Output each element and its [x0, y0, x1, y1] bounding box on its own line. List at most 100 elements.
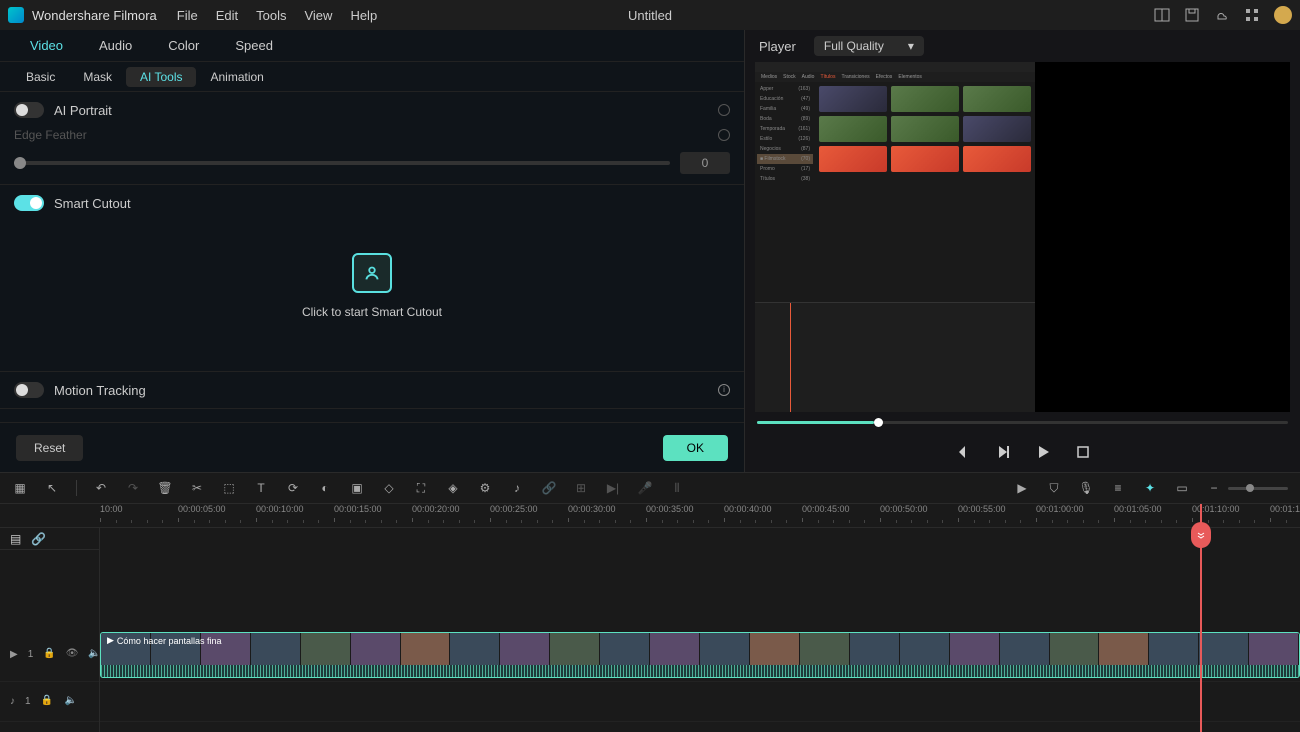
- quality-select[interactable]: Full Quality ▾: [814, 36, 924, 56]
- group-icon[interactable]: ⊞: [573, 480, 589, 496]
- menu-edit[interactable]: Edit: [216, 8, 238, 23]
- reset-ai-portrait-icon[interactable]: [718, 104, 730, 116]
- ruler-tick: 00:00:25:00: [490, 504, 538, 514]
- mic-icon[interactable]: 🎙: [1078, 480, 1094, 496]
- play-button[interactable]: [1034, 443, 1052, 461]
- lock-audio-icon[interactable]: 🔒: [41, 695, 55, 709]
- audio-icon[interactable]: ♪: [509, 480, 525, 496]
- lock-icon[interactable]: 🔒: [43, 648, 55, 662]
- menu-file[interactable]: File: [177, 8, 198, 23]
- ai-icon[interactable]: ✦: [1142, 480, 1158, 496]
- video-track[interactable]: ▶Cómo hacer pantallas fina: [100, 628, 1300, 682]
- zoom-slider[interactable]: [1228, 487, 1288, 490]
- reset-button[interactable]: Reset: [16, 435, 83, 461]
- speed-icon[interactable]: ⟳: [285, 480, 301, 496]
- video-track-icon: ▶: [10, 649, 18, 660]
- tag-icon[interactable]: ◈: [445, 480, 461, 496]
- timeline-ruler[interactable]: 10:00 00:00:05:00 00:00:10:00 00:00:15:00 00…: [0, 504, 1300, 528]
- ok-button[interactable]: OK: [663, 435, 728, 461]
- ruler-tick: 00:01:15:00: [1270, 504, 1300, 514]
- tab-video[interactable]: Video: [12, 38, 81, 53]
- playhead[interactable]: [1200, 504, 1202, 732]
- delete-icon[interactable]: 🗑: [157, 480, 173, 496]
- pointer-icon[interactable]: ↖: [44, 480, 60, 496]
- reset-feather-icon[interactable]: [718, 129, 730, 141]
- help-icon[interactable]: i: [718, 384, 730, 396]
- ruler-tick: 00:00:20:00: [412, 504, 460, 514]
- preview-area[interactable]: MediosStockAudioTítulosTransicionesEfect…: [755, 62, 1290, 412]
- toggle-motion-tracking[interactable]: [14, 382, 44, 398]
- audio-track[interactable]: [100, 682, 1300, 722]
- menu-tools[interactable]: Tools: [256, 8, 286, 23]
- zoom-out-icon[interactable]: −: [1206, 480, 1222, 496]
- mute-icon[interactable]: 🔈: [88, 648, 100, 662]
- seek-bar[interactable]: [757, 421, 1288, 424]
- slider-thumb[interactable]: [14, 157, 26, 169]
- audio-track-icon: ♪: [10, 696, 15, 707]
- toggle-smart-cutout[interactable]: [14, 195, 44, 211]
- edge-feather-value[interactable]: 0: [680, 152, 730, 174]
- link-icon[interactable]: 🔗: [541, 480, 557, 496]
- ai-portrait-label: AI Portrait: [54, 103, 718, 118]
- edge-feather-label: Edge Feather: [14, 128, 104, 142]
- motion-tracking-label: Motion Tracking: [54, 383, 712, 398]
- undo-icon[interactable]: ↶: [93, 480, 109, 496]
- eye-icon[interactable]: 👁: [66, 648, 79, 662]
- color-icon[interactable]: ◐: [317, 480, 333, 496]
- expand-icon[interactable]: ⛶: [413, 480, 429, 496]
- ruler-tick: 00:00:50:00: [880, 504, 928, 514]
- ruler-tick: 00:00:05:00: [178, 504, 226, 514]
- mask-icon[interactable]: ▣: [349, 480, 365, 496]
- save-icon[interactable]: [1184, 7, 1200, 23]
- cloud-icon[interactable]: [1214, 7, 1230, 23]
- cut-icon[interactable]: ✂: [189, 480, 205, 496]
- timeline-toolbar: ▦ ↖ ↶ ↷ 🗑 ✂ ⬚ T ⟳ ◐ ▣ ◇ ⛶ ◈ ⚙ ♪ 🔗 ⊞ ▶| 🎤…: [0, 472, 1300, 504]
- ruler-tick: 00:00:55:00: [958, 504, 1006, 514]
- ruler-tick: 00:00:40:00: [724, 504, 772, 514]
- ruler-tick: 00:00:15:00: [334, 504, 382, 514]
- stop-button[interactable]: [1074, 443, 1092, 461]
- mute-audio-icon[interactable]: 🔈: [65, 695, 79, 709]
- tracks-icon[interactable]: ▤: [10, 532, 21, 546]
- link-tracks-icon[interactable]: 🔗: [31, 532, 46, 546]
- ruler-tick: 00:00:10:00: [256, 504, 304, 514]
- list-icon[interactable]: ≡: [1110, 480, 1126, 496]
- tab-speed[interactable]: Speed: [217, 38, 291, 53]
- video-track-head: ▶1 🔒 👁 🔈: [0, 628, 99, 682]
- video-clip[interactable]: ▶Cómo hacer pantallas fina: [100, 632, 1300, 678]
- subtab-animation[interactable]: Animation: [196, 67, 277, 87]
- toggle-ai-portrait[interactable]: [14, 102, 44, 118]
- render-icon[interactable]: ▶: [1014, 480, 1030, 496]
- shield-icon[interactable]: ⛉: [1046, 480, 1062, 496]
- marker-icon[interactable]: ▶|: [605, 480, 621, 496]
- menu-help[interactable]: Help: [350, 8, 377, 23]
- text-icon[interactable]: T: [253, 480, 269, 496]
- subtab-basic[interactable]: Basic: [12, 67, 69, 87]
- playhead-handle[interactable]: [1191, 522, 1211, 548]
- prev-frame-button[interactable]: [954, 443, 972, 461]
- mixer-icon[interactable]: ⫴: [669, 480, 685, 496]
- layout-icon[interactable]: [1154, 7, 1170, 23]
- user-avatar[interactable]: [1274, 6, 1292, 24]
- redo-icon[interactable]: ↷: [125, 480, 141, 496]
- play-frame-button[interactable]: [994, 443, 1012, 461]
- crop-icon[interactable]: ⬚: [221, 480, 237, 496]
- keyframe-icon[interactable]: ◇: [381, 480, 397, 496]
- tab-audio[interactable]: Audio: [81, 38, 150, 53]
- start-smart-cutout-button[interactable]: [352, 253, 392, 293]
- timeline: 10:00 00:00:05:00 00:00:10:00 00:00:15:00 00…: [0, 504, 1300, 732]
- ruler-tick: 10:00: [100, 504, 123, 514]
- voiceover-icon[interactable]: 🎤: [637, 480, 653, 496]
- section-ai-portrait: AI Portrait Edge Feather 0: [0, 92, 744, 185]
- subtab-mask[interactable]: Mask: [69, 67, 126, 87]
- edge-feather-slider[interactable]: [14, 161, 670, 165]
- ruler-tick: 00:01:05:00: [1114, 504, 1162, 514]
- adjust-icon[interactable]: ⚙: [477, 480, 493, 496]
- grid-icon[interactable]: ▦: [12, 480, 28, 496]
- seek-thumb[interactable]: [874, 418, 883, 427]
- menu-view[interactable]: View: [304, 8, 332, 23]
- fit-icon[interactable]: ▭: [1174, 480, 1190, 496]
- subtab-aitools[interactable]: AI Tools: [126, 67, 196, 87]
- tab-color[interactable]: Color: [150, 38, 217, 53]
- apps-icon[interactable]: [1244, 7, 1260, 23]
